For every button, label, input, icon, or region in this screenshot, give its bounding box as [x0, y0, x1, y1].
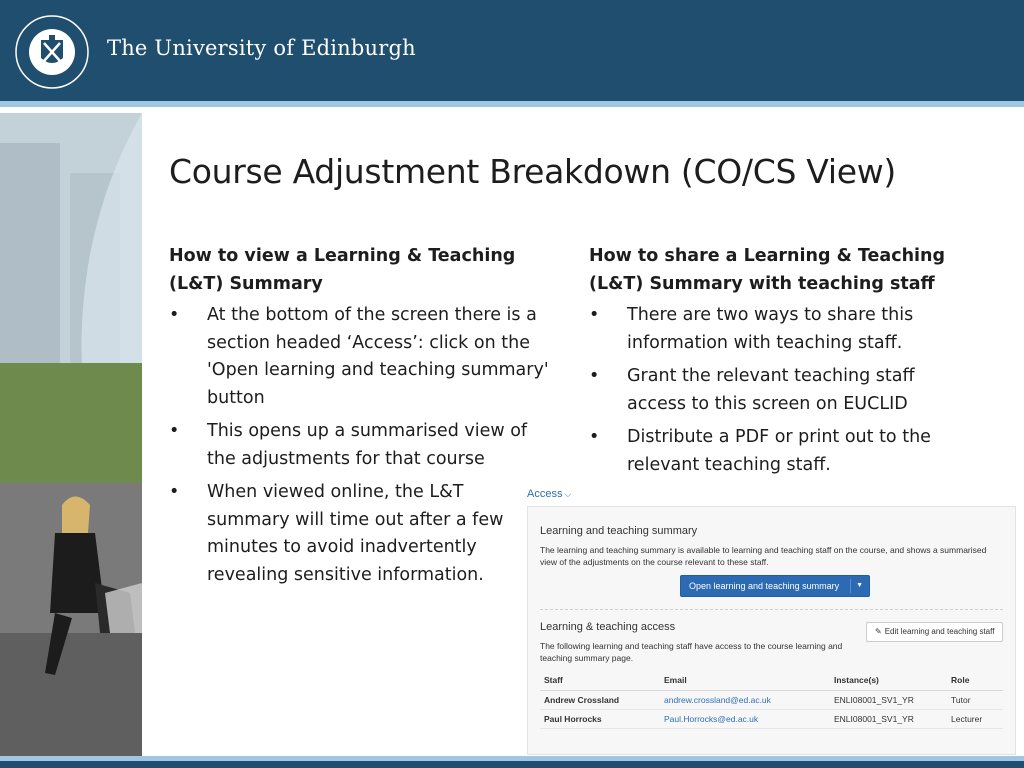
- footer-stripe-dark: [0, 761, 1024, 768]
- share-summary-bullets: There are two ways to share this informa…: [589, 302, 969, 479]
- staff-access-table: Staff Email Instance(s) Role Andrew Cros…: [540, 671, 1003, 729]
- campus-photo: [0, 113, 142, 756]
- caret-down-icon[interactable]: ▼: [856, 576, 863, 596]
- section-divider: [540, 609, 1003, 610]
- column-header: Instance(s): [830, 671, 947, 691]
- column-header: Staff: [540, 671, 660, 691]
- open-summary-button[interactable]: Open learning and teaching summary ▼: [680, 575, 870, 597]
- staff-role: Tutor: [947, 690, 1003, 710]
- campus-photo-illustration: [0, 113, 142, 756]
- table-header-row: Staff Email Instance(s) Role: [540, 671, 1003, 691]
- access-text: The following learning and teaching staf…: [540, 641, 843, 663]
- button-separator: [850, 579, 851, 593]
- access-toggle-label: Access: [527, 488, 563, 500]
- university-name: The University of Edinburgh: [107, 36, 416, 60]
- summary-text: The learning and teaching summary is ava…: [540, 545, 987, 567]
- bullet-item: This opens up a summarised view of the a…: [169, 418, 549, 473]
- share-summary-heading-line1: How to share a Learning & Teaching: [589, 246, 946, 266]
- table-row: Paul Horrocks Paul.Horrocks@ed.ac.uk ENL…: [540, 709, 1003, 729]
- column-header: Email: [660, 671, 830, 691]
- view-summary-heading: How to view a Learning & Teaching (L&T) …: [169, 243, 549, 298]
- header-band: The University of Edinburgh: [0, 0, 1024, 101]
- staff-instance: ENLI08001_SV1_YR: [830, 690, 947, 710]
- pencil-icon: ✎: [875, 627, 882, 636]
- bullet-item: When viewed online, the L&T summary will…: [169, 479, 514, 589]
- bullet-item: Distribute a PDF or print out to the rel…: [589, 424, 959, 479]
- column-header: Role: [947, 671, 1003, 691]
- view-summary-column: How to view a Learning & Teaching (L&T) …: [169, 243, 549, 595]
- bullet-item: At the bottom of the screen there is a s…: [169, 302, 549, 412]
- university-crest-icon: [15, 15, 89, 89]
- edit-staff-button[interactable]: ✎ Edit learning and teaching staff: [866, 622, 1003, 642]
- staff-email-link[interactable]: Paul.Horrocks@ed.ac.uk: [660, 709, 830, 729]
- open-summary-button-label: Open learning and teaching summary: [689, 581, 840, 591]
- view-summary-heading-line1: How to view a Learning & Teaching: [169, 246, 516, 266]
- share-summary-column: How to share a Learning & Teaching (L&T)…: [589, 243, 969, 485]
- chevron-down-icon: ⌵: [564, 489, 572, 499]
- staff-email-link[interactable]: andrew.crossland@ed.ac.uk: [660, 690, 830, 710]
- staff-role: Lecturer: [947, 709, 1003, 729]
- view-summary-heading-line2: (L&T) Summary: [169, 273, 323, 294]
- bullet-item: There are two ways to share this informa…: [589, 302, 919, 357]
- table-row: Andrew Crossland andrew.crossland@ed.ac.…: [540, 690, 1003, 710]
- access-heading: Learning & teaching access: [540, 621, 676, 633]
- summary-heading: Learning and teaching summary: [540, 525, 698, 537]
- header-stripe: [0, 101, 1024, 107]
- staff-name: Paul Horrocks: [540, 709, 660, 729]
- share-summary-heading: How to share a Learning & Teaching (L&T)…: [589, 243, 969, 298]
- view-summary-bullets: At the bottom of the screen there is a s…: [169, 302, 549, 589]
- staff-instance: ENLI08001_SV1_YR: [830, 709, 947, 729]
- share-summary-heading-line2: (L&T) Summary with teaching staff: [589, 273, 935, 294]
- slide-title: Course Adjustment Breakdown (CO/CS View): [169, 152, 896, 191]
- staff-name: Andrew Crossland: [540, 690, 660, 710]
- edit-staff-button-label: Edit learning and teaching staff: [884, 627, 995, 636]
- bullet-item: Grant the relevant teaching staff access…: [589, 363, 929, 418]
- access-panel: Learning and teaching summary The learni…: [527, 506, 1016, 755]
- access-toggle[interactable]: Access ⌵: [527, 488, 571, 500]
